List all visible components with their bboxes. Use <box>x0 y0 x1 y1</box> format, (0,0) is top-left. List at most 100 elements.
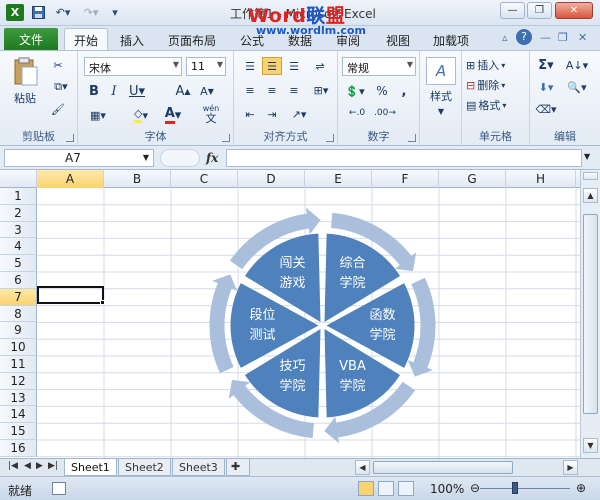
delete-cells-button[interactable]: ⊟ 删除 ▾ <box>466 77 526 93</box>
last-sheet-icon[interactable]: ▶| <box>48 461 58 471</box>
align-bottom-icon[interactable]: ☰ <box>284 57 304 75</box>
decrease-decimal-icon[interactable]: .00→ <box>374 105 396 121</box>
page-layout-view-icon[interactable] <box>378 481 394 496</box>
name-box[interactable]: A7 ▼ <box>4 149 154 167</box>
scroll-right-button[interactable]: ▶ <box>563 460 578 475</box>
scroll-left-button[interactable]: ◀ <box>355 460 370 475</box>
zoom-slider-knob[interactable] <box>512 482 518 494</box>
paste-icon[interactable] <box>12 57 40 87</box>
row-header-5[interactable]: 5 <box>0 255 37 272</box>
doc-close-icon[interactable]: ✕ <box>578 31 587 44</box>
row-header-7[interactable]: 7 <box>0 288 37 306</box>
fill-color-icon[interactable]: ◇ ▾ <box>128 107 154 123</box>
row-header-2[interactable]: 2 <box>0 204 37 222</box>
tab-insert[interactable]: 插入 <box>112 30 152 50</box>
sheet-tab-3[interactable]: Sheet3 <box>172 459 225 476</box>
underline-button[interactable]: U▾ <box>126 83 148 99</box>
align-left-icon[interactable]: ≡ <box>240 81 260 99</box>
split-box-icon[interactable] <box>583 172 598 180</box>
tab-page-layout[interactable]: 页面布局 <box>160 30 224 50</box>
sheet-tab-2[interactable]: Sheet2 <box>118 459 171 476</box>
font-launcher-icon[interactable] <box>222 134 230 142</box>
increase-font-icon[interactable]: A ▲ <box>174 83 192 99</box>
align-center-icon[interactable]: ≡ <box>262 81 282 99</box>
autosum-icon[interactable]: Σ▾ <box>534 57 558 73</box>
zoom-out-icon[interactable]: ⊖ <box>470 481 480 495</box>
increase-decimal-icon[interactable]: ←.0 <box>346 105 368 121</box>
borders-icon[interactable]: ▦▾ <box>86 107 110 123</box>
font-name-select[interactable]: 宋体 ▼ <box>84 57 182 76</box>
help-icon[interactable]: ? <box>516 29 532 45</box>
italic-button[interactable]: I <box>106 83 122 99</box>
align-right-icon[interactable]: ≡ <box>284 81 304 99</box>
row-header-13[interactable]: 13 <box>0 389 37 407</box>
column-header-h[interactable]: H <box>506 170 576 188</box>
zoom-in-icon[interactable]: ⊕ <box>576 481 586 495</box>
row-header-16[interactable]: 16 <box>0 440 37 457</box>
column-header-c[interactable]: C <box>171 170 238 188</box>
number-launcher-icon[interactable] <box>408 134 416 142</box>
next-sheet-icon[interactable]: ▶ <box>36 461 43 471</box>
sort-filter-icon[interactable]: A↓▾ <box>562 57 592 73</box>
vertical-scroll-thumb[interactable] <box>583 214 598 414</box>
row-header-11[interactable]: 11 <box>0 356 37 373</box>
zoom-slider[interactable] <box>480 488 570 489</box>
format-painter-icon[interactable]: 🖌 <box>50 101 66 117</box>
bold-button[interactable]: B <box>86 83 102 99</box>
row-header-8[interactable]: 8 <box>0 305 37 323</box>
decrease-font-icon[interactable]: A ▼ <box>198 83 216 99</box>
customize-toolbar-icon[interactable]: ▾ <box>110 4 120 21</box>
horizontal-scrollbar[interactable]: ◀ ▶ <box>355 460 580 475</box>
cycle-diagram-shape[interactable] <box>195 198 450 453</box>
row-header-10[interactable]: 10 <box>0 339 37 356</box>
format-cells-button[interactable]: ▤ 格式 ▾ <box>466 97 526 113</box>
scroll-up-button[interactable]: ▲ <box>583 188 598 203</box>
row-header-15[interactable]: 15 <box>0 423 37 440</box>
alignment-launcher-icon[interactable] <box>326 134 334 142</box>
expand-formula-icon[interactable]: ▼ <box>584 152 590 161</box>
insert-sheet-icon[interactable]: ✚ <box>226 459 250 476</box>
row-header-4[interactable]: 4 <box>0 238 37 256</box>
clear-icon[interactable]: ⌫▾ <box>534 101 558 117</box>
cut-icon[interactable]: ✂ <box>50 57 66 73</box>
excel-logo-icon[interactable]: X <box>6 4 24 21</box>
undo-icon[interactable]: ↶▾ <box>52 4 74 21</box>
fill-handle[interactable] <box>100 300 105 305</box>
doc-restore-icon[interactable]: ❐ <box>558 31 568 44</box>
horizontal-scroll-thumb[interactable] <box>373 461 513 474</box>
column-header-d[interactable]: D <box>238 170 305 188</box>
prev-sheet-icon[interactable]: ◀ <box>24 461 31 471</box>
styles-button[interactable]: 样式 <box>424 89 458 103</box>
accounting-format-icon[interactable]: 💲▾ <box>342 83 368 99</box>
percent-style-button[interactable]: % <box>374 83 390 99</box>
insert-cells-button[interactable]: ⊞ 插入 ▾ <box>466 57 526 73</box>
zoom-level[interactable]: 100% <box>430 482 464 496</box>
align-top-icon[interactable]: ☰ <box>240 57 260 75</box>
tab-view[interactable]: 视图 <box>378 30 418 50</box>
styles-icon[interactable]: A <box>426 57 456 85</box>
restore-button[interactable]: ❐ <box>527 2 552 19</box>
page-break-view-icon[interactable] <box>398 481 414 496</box>
row-header-1[interactable]: 1 <box>0 188 37 205</box>
row-header-14[interactable]: 14 <box>0 406 37 424</box>
insert-function-icon[interactable]: fx <box>206 151 218 165</box>
column-header-b[interactable]: B <box>104 170 171 188</box>
comma-style-button[interactable]: , <box>396 83 412 99</box>
align-middle-icon[interactable]: ☰ <box>262 57 282 75</box>
tab-file[interactable]: 文件 <box>4 28 58 50</box>
tab-addins[interactable]: 加载项 <box>426 30 476 50</box>
wrap-text-icon[interactable]: ⇌ <box>310 57 330 75</box>
clipboard-launcher-icon[interactable] <box>66 134 74 142</box>
row-header-6[interactable]: 6 <box>0 272 37 289</box>
vertical-scrollbar[interactable]: ▲ ▼ <box>580 170 600 458</box>
select-all-corner[interactable] <box>0 170 37 188</box>
first-sheet-icon[interactable]: |◀ <box>8 461 18 471</box>
sheet-tab-1[interactable]: Sheet1 <box>64 459 117 476</box>
normal-view-icon[interactable] <box>358 481 374 496</box>
cycle-diagram[interactable]: 综合 学院 函数 学院 VBA 学院 技巧 学院 段位 测试 闯关 游戏 <box>195 198 450 453</box>
paste-button[interactable]: 粘贴 <box>10 91 40 105</box>
column-header-a[interactable]: A <box>37 170 104 188</box>
tab-home[interactable]: 开始 <box>64 28 108 51</box>
row-header-3[interactable]: 3 <box>0 221 37 239</box>
fill-icon[interactable]: ⬇▾ <box>534 79 558 95</box>
